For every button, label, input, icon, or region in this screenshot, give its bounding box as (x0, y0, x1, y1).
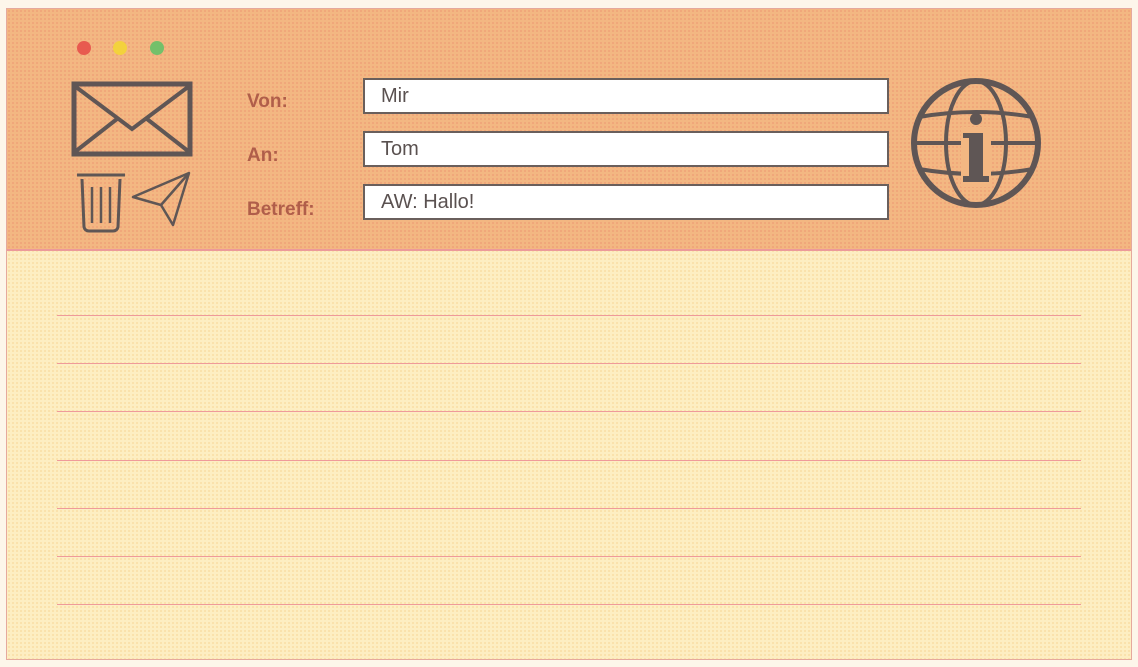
ruled-line (57, 315, 1081, 316)
ruled-line (57, 363, 1081, 364)
compose-header: Von: An: Betreff: (7, 9, 1131, 251)
minimize-window-button[interactable] (113, 41, 127, 55)
message-body[interactable] (7, 251, 1131, 659)
from-label: Von: (247, 91, 288, 112)
ruled-line (57, 411, 1081, 412)
email-compose-window: Von: An: Betreff: (6, 8, 1132, 660)
subject-field[interactable] (363, 184, 889, 220)
to-label: An: (247, 145, 279, 166)
from-field[interactable] (363, 78, 889, 114)
paper-plane-icon[interactable] (129, 169, 193, 234)
globe-info-icon[interactable] (905, 73, 1047, 218)
ruled-line (57, 508, 1081, 509)
envelope-icon[interactable] (71, 81, 193, 162)
ruled-line (57, 556, 1081, 557)
to-field[interactable] (363, 131, 889, 167)
subject-label: Betreff: (247, 199, 315, 220)
ruled-line (57, 460, 1081, 461)
trash-icon[interactable] (73, 167, 129, 238)
maximize-window-button[interactable] (150, 41, 164, 55)
ruled-line (57, 604, 1081, 605)
close-window-button[interactable] (77, 41, 91, 55)
